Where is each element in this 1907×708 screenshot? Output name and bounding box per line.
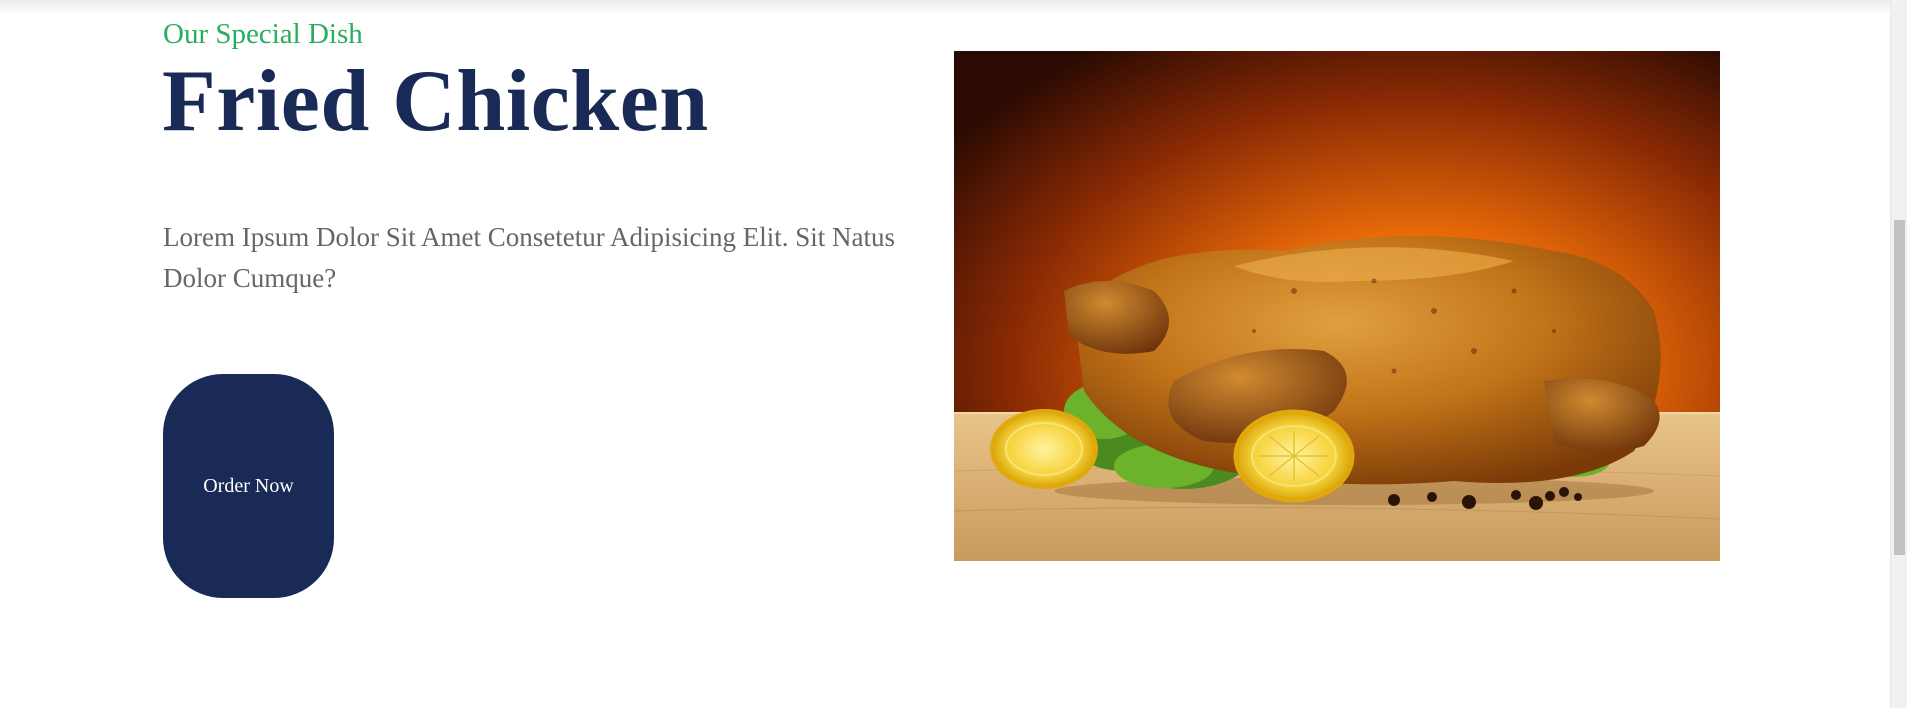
special-dish-section: Our Special Dish Fried Chicken Lorem Ips… (0, 0, 1907, 708)
header-shadow (0, 0, 1890, 14)
vertical-scrollbar[interactable] (1890, 0, 1907, 708)
dish-title: Fried Chicken (162, 53, 709, 150)
section-subtitle: Our Special Dish (163, 18, 363, 50)
order-now-button[interactable]: Order Now (163, 374, 334, 598)
scrollbar-thumb[interactable] (1894, 220, 1905, 555)
dish-description: Lorem Ipsum Dolor Sit Amet Consetetur Ad… (163, 222, 895, 293)
roast-chicken-image (954, 51, 1720, 561)
